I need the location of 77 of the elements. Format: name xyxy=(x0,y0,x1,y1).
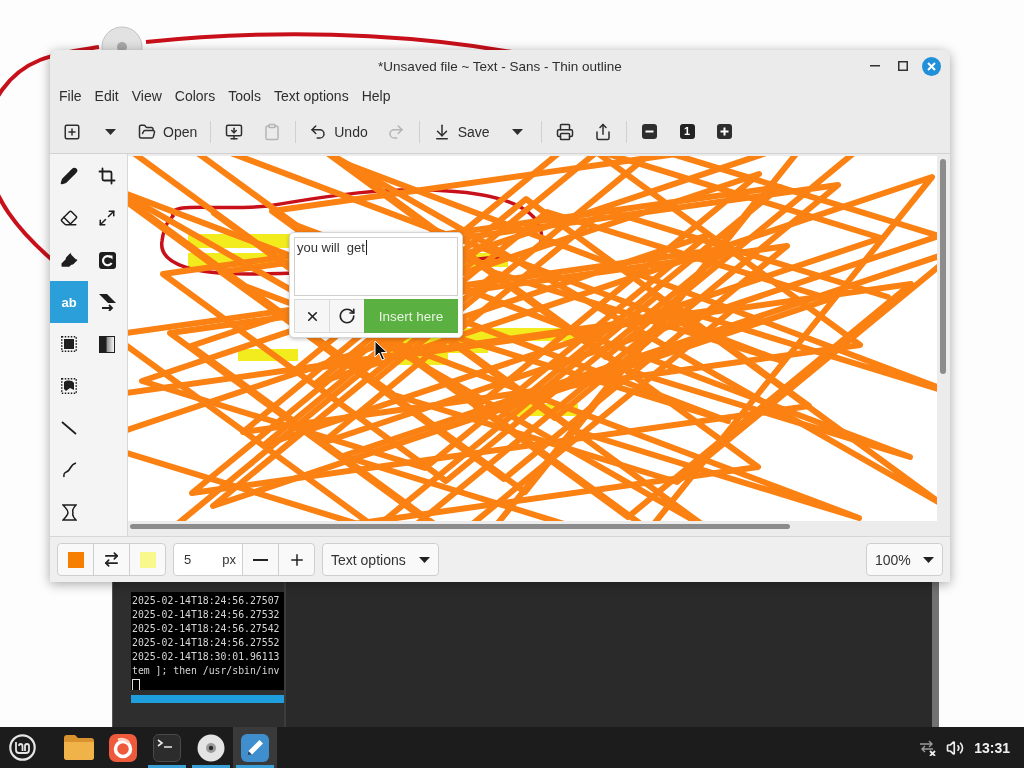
terminal-line: tem ]; then /usr/sbin/inv xyxy=(132,664,281,678)
swap-arrows-icon xyxy=(103,551,120,568)
terminal-icon xyxy=(153,733,181,762)
save-button[interactable]: Save xyxy=(424,115,498,148)
menu-item[interactable]: Edit xyxy=(88,86,125,106)
caret-icon xyxy=(512,128,524,135)
menu-item[interactable]: Tools xyxy=(222,86,267,106)
volume-icon xyxy=(946,738,965,757)
window-title: *Unsaved file ~ Text - Sans - Thin outline xyxy=(378,58,622,74)
caret-icon xyxy=(923,556,934,563)
cursor-icon xyxy=(374,340,388,361)
crop-icon xyxy=(98,167,116,185)
zoom-reset-button[interactable]: 1 xyxy=(679,124,695,139)
folder-icon xyxy=(64,735,94,760)
refresh-icon xyxy=(338,307,356,325)
printer-icon xyxy=(555,122,574,141)
undo-button[interactable]: Undo xyxy=(301,115,376,148)
plus-square-icon xyxy=(717,124,733,139)
clock-text: 13:31 xyxy=(974,739,1010,756)
menu-item[interactable]: File xyxy=(53,86,88,106)
share-icon xyxy=(593,122,612,141)
expand-arrows-icon xyxy=(98,209,116,227)
open-button[interactable]: Open xyxy=(130,115,206,148)
increase-size-button[interactable] xyxy=(278,543,315,576)
terminal-line: 2025-02-14T18:24:56.27552 xyxy=(132,636,281,650)
polygon-icon xyxy=(61,503,77,521)
menu-item[interactable]: Colors xyxy=(168,86,222,106)
maximize-icon xyxy=(898,61,908,71)
network-offline-icon xyxy=(918,739,937,756)
text-input-field[interactable]: you will get xyxy=(294,237,458,296)
main-color-button[interactable] xyxy=(57,543,94,576)
menu-item[interactable]: Help xyxy=(355,86,397,106)
drawing-app-launcher[interactable] xyxy=(233,727,277,768)
menu-item[interactable]: View xyxy=(125,86,168,106)
zoom-dropdown[interactable]: 100% xyxy=(866,543,943,576)
terminal-line: 2025-02-14T18:30:01.96113 xyxy=(132,650,281,664)
menu-item[interactable]: Text options xyxy=(267,86,355,106)
size-field[interactable]: 5 px xyxy=(173,543,243,576)
undo-icon xyxy=(309,122,328,141)
decrease-size-button[interactable] xyxy=(242,543,279,576)
cancel-button[interactable] xyxy=(294,299,330,333)
minus-square-icon xyxy=(642,124,658,139)
terminal-cursor-icon xyxy=(132,679,140,690)
redo-icon xyxy=(386,122,405,141)
caret-icon xyxy=(104,128,116,135)
secondary-color-button[interactable] xyxy=(129,543,166,576)
line-icon xyxy=(61,421,77,435)
eraser-icon xyxy=(60,209,78,227)
dotted-blob-icon xyxy=(61,378,77,394)
terminal-line: 2025-02-14T18:24:56.27507 xyxy=(132,594,281,608)
curve-icon xyxy=(61,462,77,478)
swap-colors-button[interactable] xyxy=(93,543,130,576)
vertical-scrollbar[interactable] xyxy=(940,159,946,374)
refresh-button[interactable] xyxy=(329,299,365,333)
dotted-square-icon xyxy=(61,336,77,352)
highlighter-icon xyxy=(60,251,78,269)
ring-app-icon xyxy=(109,733,137,762)
clipboard-icon xyxy=(263,122,282,141)
close-button[interactable] xyxy=(920,55,942,77)
square-plus-icon xyxy=(63,122,81,141)
terminal-line: 2025-02-14T18:24:56.27542 xyxy=(132,622,281,636)
skew-icon xyxy=(97,293,117,311)
minimize-icon xyxy=(870,65,880,67)
logo-icon xyxy=(8,734,36,761)
minus-icon xyxy=(253,558,268,561)
terminal-line: 2025-02-14T18:24:56.27532 xyxy=(132,608,281,622)
close-icon xyxy=(921,56,941,76)
folder-icon xyxy=(138,122,156,141)
text-options-dropdown[interactable]: Text options xyxy=(322,543,439,576)
rotate-icon xyxy=(98,251,116,269)
pencil-icon xyxy=(60,167,78,185)
caret-icon xyxy=(419,556,430,563)
monitor-icon xyxy=(225,122,244,141)
horizontal-scrollbar[interactable] xyxy=(130,524,790,529)
disc-icon xyxy=(197,733,225,762)
pencil-app-icon xyxy=(241,733,269,762)
gradient-square-icon xyxy=(99,335,115,353)
